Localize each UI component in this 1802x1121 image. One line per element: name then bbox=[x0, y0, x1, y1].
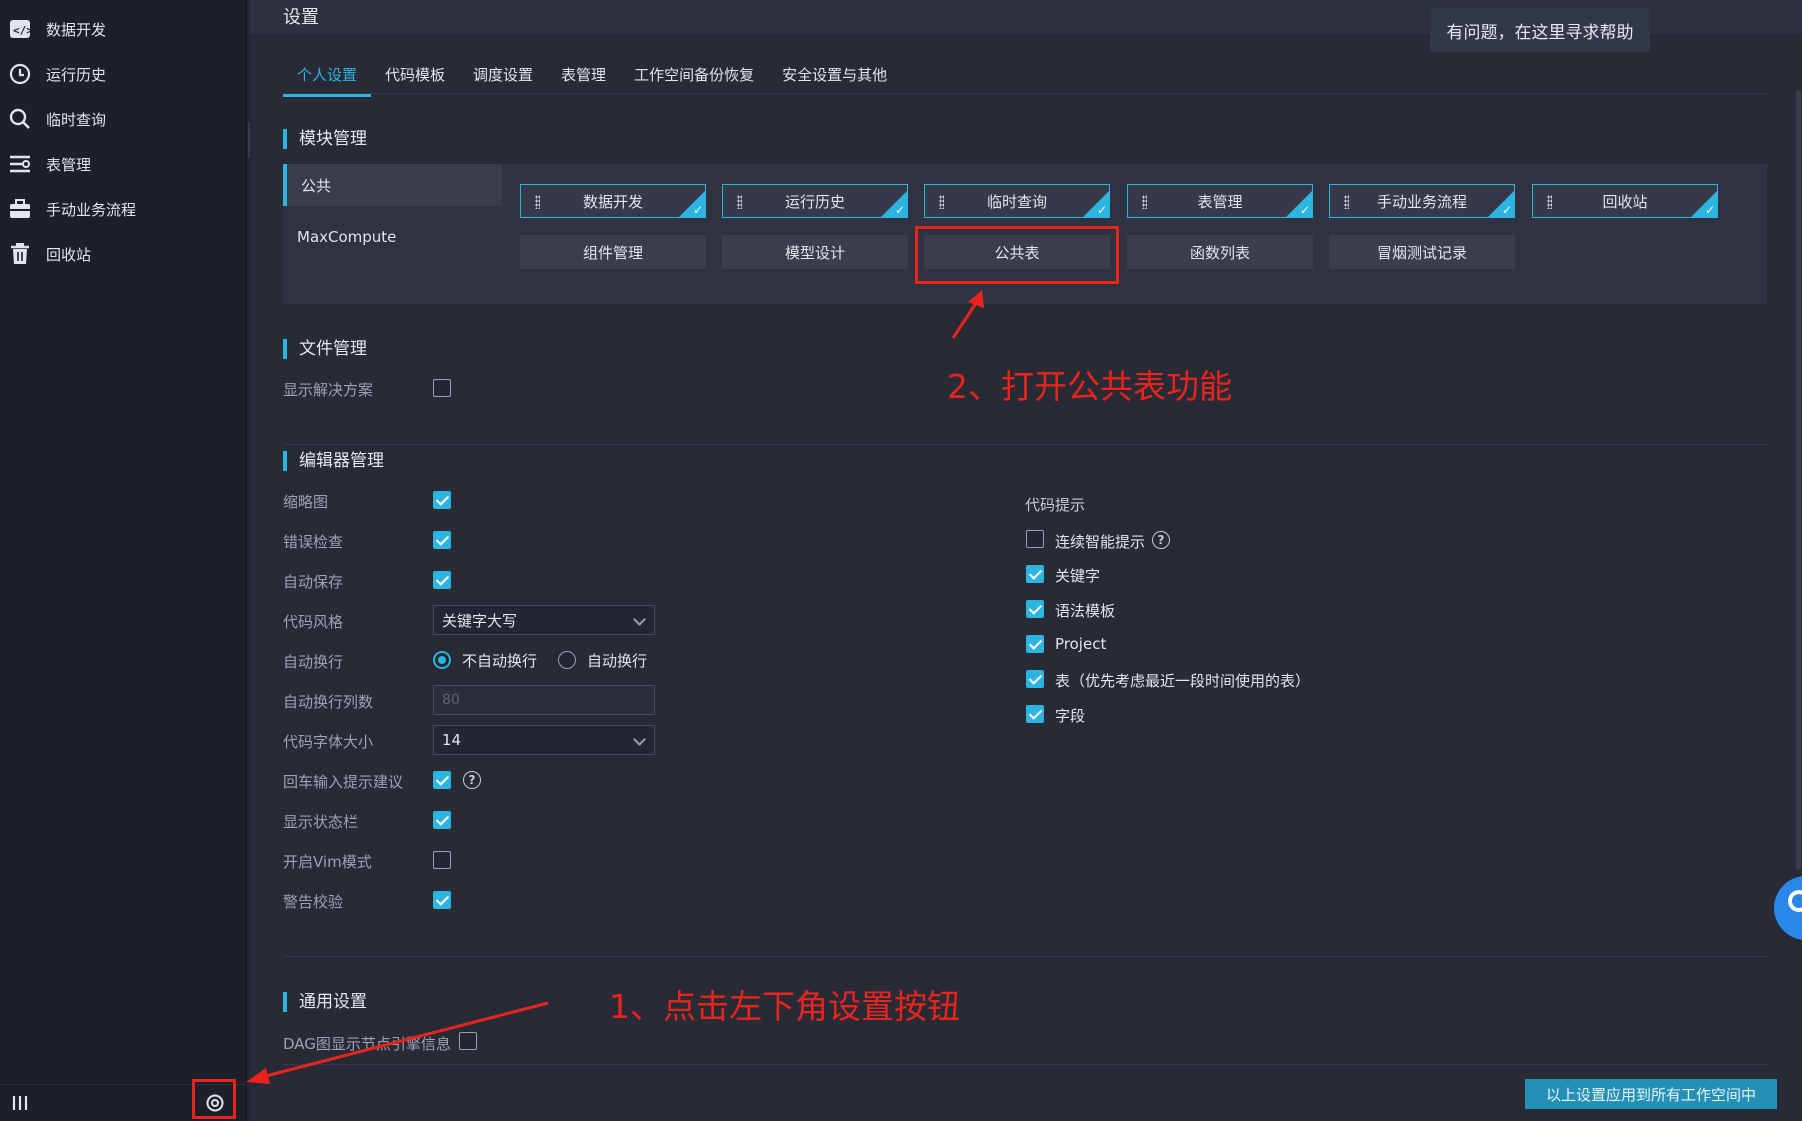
annotation-arrows bbox=[246, 290, 984, 1084]
annotation-arrow-step1 bbox=[246, 1001, 549, 1084]
annotation-text-step1: 1、点击左下角设置按钮 bbox=[609, 987, 960, 1026]
annotation-text-step2: 2、打开公共表功能 bbox=[947, 367, 1232, 406]
annotation-arrow-step2 bbox=[951, 290, 984, 339]
